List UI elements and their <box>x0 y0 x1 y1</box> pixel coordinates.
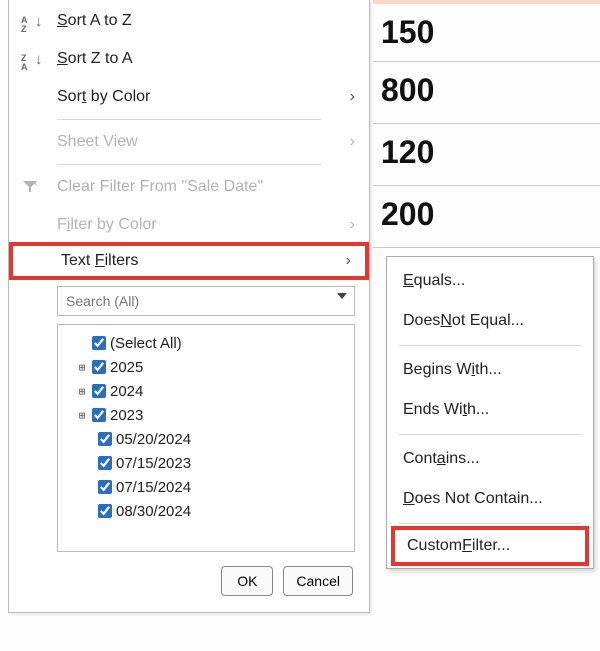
expand-icon[interactable]: ⊞ <box>76 385 88 398</box>
chevron-right-icon: › <box>350 133 355 151</box>
text-filters-submenu: Equals... Does Not Equal... Begins With.… <box>386 256 594 569</box>
cell-value[interactable]: 200 <box>373 186 600 248</box>
checkbox[interactable] <box>92 360 106 374</box>
chevron-right-icon: › <box>346 252 351 270</box>
sort-by-color-item[interactable]: Sort by Color › <box>9 78 369 116</box>
filter-does-not-contain-item[interactable]: Does Not Contain... <box>387 479 593 519</box>
filter-dropdown: AZ↓ Sort A to Z ZA↓ Sort Z to A Sort by … <box>8 0 370 613</box>
filter-ends-with-item[interactable]: Ends With... <box>387 390 593 430</box>
tree-item-date[interactable]: 07/15/2023 <box>64 451 348 475</box>
checkbox[interactable] <box>92 408 106 422</box>
tree-item-date[interactable]: 05/20/2024 <box>64 427 348 451</box>
tree-item-year[interactable]: ⊞ 2024 <box>64 379 348 403</box>
filter-does-not-equal-item[interactable]: Does Not Equal... <box>387 301 593 341</box>
checkbox[interactable] <box>98 456 112 470</box>
filter-values-tree[interactable]: (Select All) ⊞ 2025 ⊞ 2024 ⊞ 2023 <box>57 324 355 552</box>
sheet-view-item: Sheet View › <box>9 123 369 161</box>
checkbox[interactable] <box>98 504 112 518</box>
chevron-right-icon: › <box>350 88 355 106</box>
checkbox[interactable] <box>98 480 112 494</box>
tree-item-select-all[interactable]: (Select All) <box>64 331 348 355</box>
checkbox[interactable] <box>92 336 106 350</box>
checkbox[interactable] <box>92 384 106 398</box>
filter-by-color-item: Filter by Color › <box>9 206 369 244</box>
clear-filter-item: × Clear Filter From "Sale Date" <box>9 168 369 206</box>
cancel-button[interactable]: Cancel <box>283 566 353 596</box>
filter-contains-item[interactable]: Contains... <box>387 439 593 479</box>
filter-equals-item[interactable]: Equals... <box>387 261 593 301</box>
checkbox[interactable] <box>98 432 112 446</box>
filter-custom-item[interactable]: Custom Filter... <box>391 526 589 566</box>
funnel-clear-icon: × <box>23 181 57 193</box>
cell-value[interactable]: 150 <box>373 0 600 62</box>
cell-value[interactable]: 120 <box>373 124 600 186</box>
tree-item-year[interactable]: ⊞ 2025 <box>64 355 348 379</box>
expand-icon[interactable]: ⊞ <box>76 409 88 422</box>
dropdown-caret-icon[interactable] <box>337 293 347 299</box>
text-filters-item[interactable]: Text Filters › <box>9 242 369 280</box>
expand-icon[interactable]: ⊞ <box>76 361 88 374</box>
cell-value[interactable]: 800 <box>373 62 600 124</box>
filter-begins-with-item[interactable]: Begins With... <box>387 350 593 390</box>
tree-item-date[interactable]: 07/15/2024 <box>64 475 348 499</box>
filter-search-input[interactable] <box>57 286 355 316</box>
tree-item-year[interactable]: ⊞ 2023 <box>64 403 348 427</box>
chevron-right-icon: › <box>350 216 355 234</box>
ok-button[interactable]: OK <box>221 566 273 596</box>
tree-item-date[interactable]: 08/30/2024 <box>64 499 348 523</box>
sort-az-item[interactable]: AZ↓ Sort A to Z <box>9 2 369 40</box>
sort-za-item[interactable]: ZA↓ Sort Z to A <box>9 40 369 78</box>
